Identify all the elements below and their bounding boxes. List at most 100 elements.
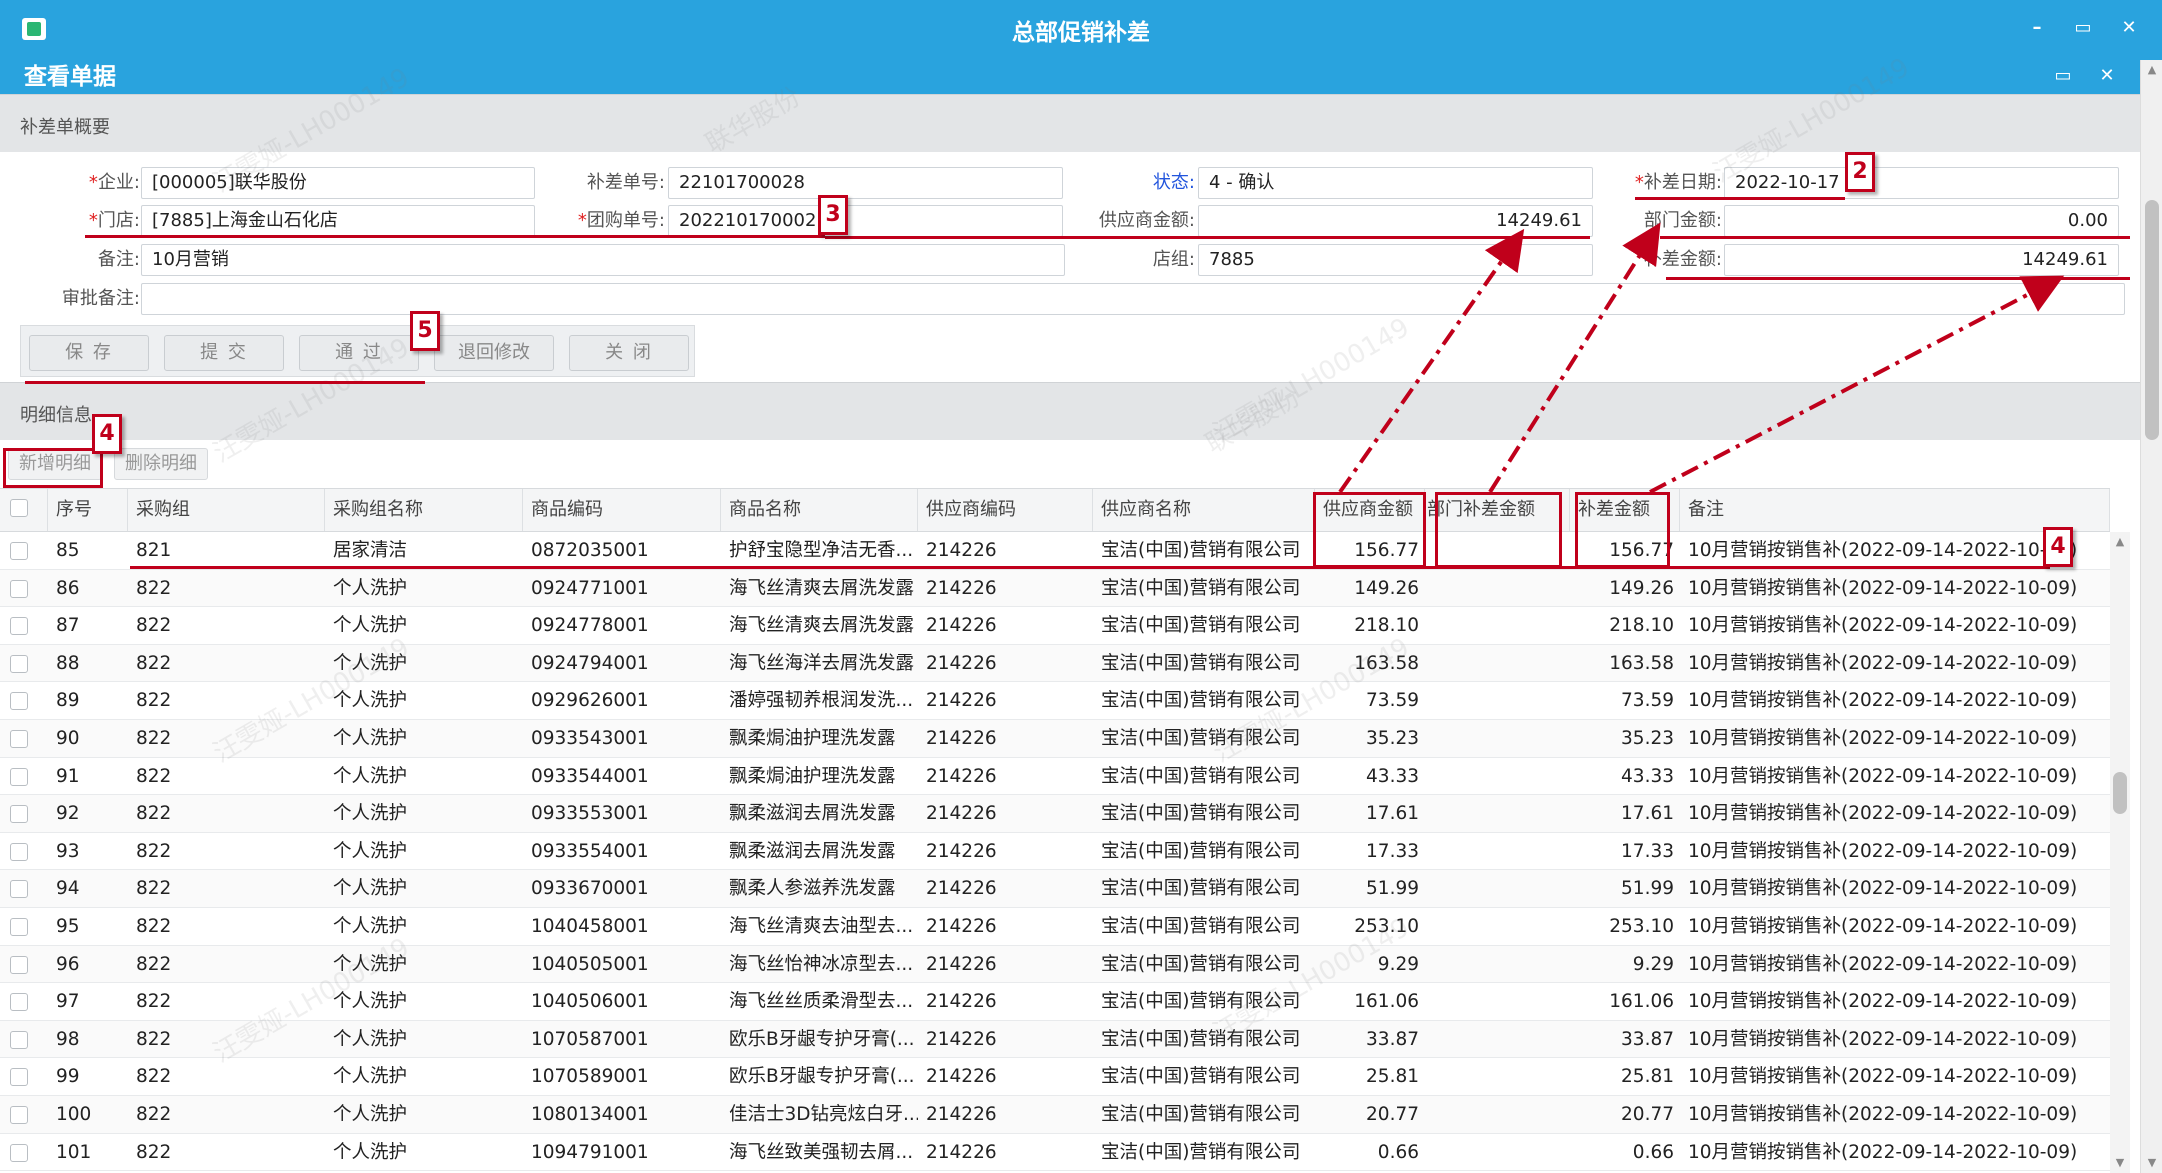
pass-button[interactable]: 通 过 <box>299 335 419 371</box>
row-checkbox[interactable] <box>10 617 28 636</box>
row-checkbox[interactable] <box>10 579 28 598</box>
grid-scroll-thumb[interactable] <box>2113 772 2127 814</box>
scroll-up-icon[interactable]: ▲ <box>2141 60 2162 80</box>
table-row[interactable]: 89 822 个人洗护 0929626001 潘婷强韧养根润发洗... 214226 宝洁(… <box>0 682 2110 720</box>
row-checkbox[interactable] <box>10 767 28 786</box>
row-checkbox[interactable] <box>10 955 28 974</box>
store-group-label: 店组: <box>1152 249 1195 270</box>
cell-diff-amount: 161.06 <box>1609 991 1674 1013</box>
col-header-seq[interactable]: 序号 <box>48 489 128 531</box>
cell-purchase-group-name: 个人洗护 <box>333 1104 408 1125</box>
col-header-product-code[interactable]: 商品编码 <box>523 489 721 531</box>
table-row[interactable]: 86 822 个人洗护 0924771001 海飞丝清爽去屑洗发露 214226 宝洁(中国… <box>0 569 2110 608</box>
row-checkbox[interactable] <box>10 842 28 861</box>
restore-icon[interactable]: ▭ <box>2070 14 2096 42</box>
col-header-purchase-group[interactable]: 采购组 <box>128 489 325 531</box>
cell-supplier-code: 214226 <box>926 1028 997 1050</box>
dept-amount-field[interactable]: 0.00 <box>1724 205 2119 237</box>
col-header-supplier-name[interactable]: 供应商名称 <box>1093 489 1315 531</box>
row-checkbox[interactable] <box>10 1068 28 1087</box>
cell-purchase-group: 822 <box>136 577 172 599</box>
cell-purchase-group-name: 个人洗护 <box>333 953 408 975</box>
page-scroll-thumb[interactable] <box>2145 200 2159 440</box>
row-checkbox[interactable] <box>10 1106 28 1124</box>
cell-product-code: 0924794001 <box>531 652 649 674</box>
table-row[interactable]: 95 822 个人洗护 1040458001 海飞丝清爽去油型去... 214226 宝洁(… <box>0 908 2110 946</box>
cell-seq: 90 <box>56 728 80 749</box>
row-checkbox[interactable] <box>10 918 28 936</box>
group-order-no-field[interactable]: 202210170002 <box>668 205 1063 237</box>
row-checkbox[interactable] <box>10 654 28 673</box>
close-button[interactable]: 关 闭 <box>569 335 689 371</box>
select-all-checkbox[interactable] <box>10 499 28 517</box>
row-checkbox[interactable] <box>10 692 28 711</box>
table-row[interactable]: 90 822 个人洗护 0933543001 飘柔焗油护理洗发露 214226 宝洁(中国)… <box>0 720 2110 758</box>
table-row[interactable]: 97 822 个人洗护 1040506001 海飞丝丝质柔滑型去... 214226 宝洁(… <box>0 983 2110 1021</box>
table-row[interactable]: 98 822 个人洗护 1070587001 欧乐B牙龈专护牙膏(... 214226 宝洁… <box>0 1020 2110 1059</box>
row-checkbox[interactable] <box>10 542 28 560</box>
cell-supplier-amount: 17.61 <box>1366 803 1419 825</box>
grid-header: 序号 采购组 采购组名称 商品编码 商品名称 供应商编码 供应商名称 供应商金额… <box>0 488 2110 532</box>
cell-purchase-group-name: 个人洗护 <box>333 765 408 787</box>
cell-dept-diff-amount <box>1425 1058 1570 1095</box>
cell-purchase-group-name: 个人洗护 <box>333 1141 408 1163</box>
return-modify-button[interactable]: 退回修改 <box>434 335 554 371</box>
dialog-restore-icon[interactable]: ▭ <box>2050 62 2076 90</box>
table-row[interactable]: 93 822 个人洗护 0933554001 飘柔滋润去屑洗发露 214226 宝洁(中国)… <box>0 832 2110 871</box>
col-header-purchase-group-name[interactable]: 采购组名称 <box>325 489 523 531</box>
remark-field[interactable]: 10月营销 <box>141 244 1065 276</box>
row-checkbox[interactable] <box>10 880 28 899</box>
store-group-field[interactable]: 7885 <box>1198 244 1593 276</box>
grid-scroll-down-icon[interactable]: ▼ <box>2110 1153 2130 1173</box>
row-checkbox[interactable] <box>10 1143 28 1162</box>
col-header-supplier-code[interactable]: 供应商编码 <box>918 489 1093 531</box>
submit-button[interactable]: 提 交 <box>164 335 284 371</box>
cell-diff-amount: 253.10 <box>1609 916 1674 937</box>
diff-no-field[interactable]: 22101700028 <box>668 167 1063 199</box>
cell-supplier-amount: 149.26 <box>1354 577 1419 599</box>
cell-remark: 10月营销按销售补(2022-09-14-2022-10-09) <box>1688 916 2078 937</box>
status-field[interactable]: 4 - 确认 <box>1198 167 1593 199</box>
cell-dept-diff-amount <box>1425 758 1570 795</box>
table-row[interactable]: 92 822 个人洗护 0933553001 飘柔滋润去屑洗发露 214226 宝洁(中国)… <box>0 795 2110 833</box>
diff-date-field[interactable]: 2022-10-17 <box>1724 167 2119 199</box>
cell-remark: 10月营销按销售补(2022-09-14-2022-10-09) <box>1688 615 2078 637</box>
store-field[interactable]: [7885]上海金山石化店 <box>141 205 535 237</box>
dialog-close-icon[interactable]: ✕ <box>2094 62 2120 90</box>
page-scrollbar[interactable]: ▲ ▼ <box>2140 60 2162 1173</box>
cell-product-name: 海飞丝丝质柔滑型去... <box>729 991 914 1013</box>
minimize-icon[interactable]: – <box>2024 14 2050 42</box>
cell-seq: 85 <box>56 540 80 561</box>
col-header-product-name[interactable]: 商品名称 <box>721 489 918 531</box>
table-row[interactable]: 94 822 个人洗护 0933670001 飘柔人参滋养洗发露 214226 宝洁(中国)… <box>0 870 2110 908</box>
grid-scrollbar[interactable]: ▲ ▼ <box>2110 532 2130 1173</box>
col-header-remark[interactable]: 备注 <box>1680 489 2110 531</box>
table-row[interactable]: 87 822 个人洗护 0924778001 海飞丝清爽去屑洗发露 214226 宝洁(中国… <box>0 607 2110 645</box>
scroll-down-icon[interactable]: ▼ <box>2141 1153 2162 1173</box>
grid-scroll-up-icon[interactable]: ▲ <box>2110 532 2130 552</box>
row-checkbox[interactable] <box>10 805 28 824</box>
save-button[interactable]: 保 存 <box>29 335 149 371</box>
diff-amount-field[interactable]: 14249.61 <box>1724 244 2119 276</box>
row-checkbox[interactable] <box>10 1030 28 1049</box>
row-checkbox[interactable] <box>10 993 28 1012</box>
cell-purchase-group: 822 <box>136 803 172 825</box>
delete-detail-button[interactable]: 删除明细 <box>114 448 208 480</box>
supplier-amount-field[interactable]: 14249.61 <box>1198 205 1593 237</box>
table-row[interactable]: 96 822 个人洗护 1040505001 海飞丝怡神冰凉型去... 214226 宝洁(… <box>0 945 2110 984</box>
cell-product-code: 1070589001 <box>531 1066 649 1088</box>
table-row[interactable]: 99 822 个人洗护 1070589001 欧乐B牙龈专护牙膏(... 214226 宝洁… <box>0 1058 2110 1096</box>
close-icon[interactable]: ✕ <box>2116 14 2142 42</box>
annotation-underline <box>1666 277 2130 280</box>
cell-product-name: 欧乐B牙龈专护牙膏(... <box>729 1028 915 1050</box>
table-row[interactable]: 101 822 个人洗护 1094791001 海飞丝致美强韧去屑... 214226 宝洁… <box>0 1133 2110 1172</box>
company-field[interactable]: [000005]联华股份 <box>141 167 535 199</box>
cell-supplier-name: 宝洁(中国)营销有限公司 <box>1101 690 1301 712</box>
table-row[interactable]: 91 822 个人洗护 0933544001 飘柔焗油护理洗发露 214226 宝洁(中国)… <box>0 757 2110 796</box>
table-row[interactable]: 100 822 个人洗护 1080134001 佳洁士3D钻亮炫白牙... 214226 宝… <box>0 1096 2110 1134</box>
row-checkbox[interactable] <box>10 730 28 748</box>
table-row[interactable]: 88 822 个人洗护 0924794001 海飞丝海洋去屑洗发露 214226 宝洁(中国… <box>0 644 2110 683</box>
cell-supplier-name: 宝洁(中国)营销有限公司 <box>1101 1028 1301 1050</box>
table-row[interactable]: 85 821 居家清洁 0872035001 护舒宝隐型净洁无香... 214226 宝洁(… <box>0 532 2110 570</box>
cell-diff-amount: 25.81 <box>1621 1066 1674 1088</box>
